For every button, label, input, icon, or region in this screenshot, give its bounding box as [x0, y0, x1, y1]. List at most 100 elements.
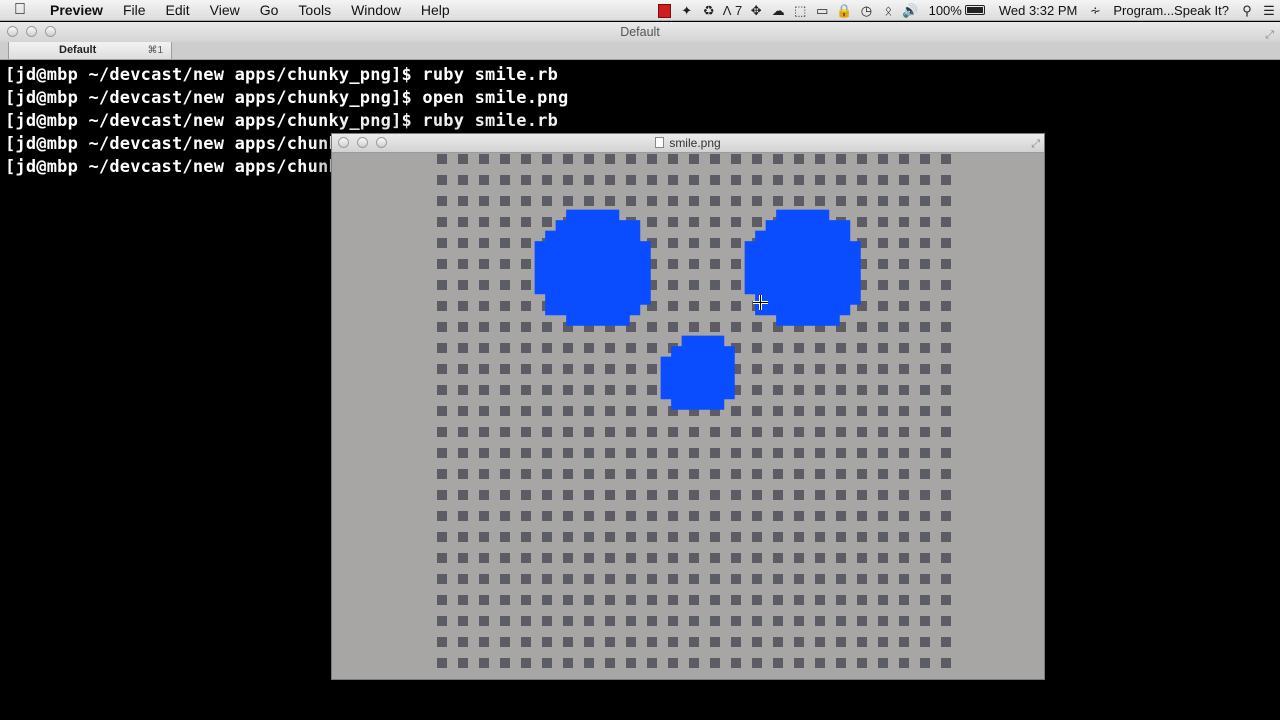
fullscreen-icon[interactable]: ⤢ — [1031, 135, 1040, 154]
grid-square — [710, 448, 720, 458]
grid-square — [878, 322, 888, 332]
menu-go[interactable]: Go — [250, 0, 289, 21]
menu-view[interactable]: View — [200, 0, 250, 21]
grid-square — [521, 175, 531, 185]
grid-square — [878, 448, 888, 458]
grid-square — [920, 469, 930, 479]
move-icon[interactable]: ✥ — [745, 0, 767, 21]
close-button[interactable] — [7, 26, 18, 37]
grid-square — [731, 553, 741, 563]
grid-square — [437, 343, 447, 353]
bird-icon[interactable]: ✦ — [676, 0, 698, 21]
grid-square — [584, 427, 594, 437]
airplay-icon[interactable]: ▭ — [811, 0, 833, 21]
user-menu[interactable]: Program...Speak It? — [1106, 0, 1236, 21]
grid-square — [731, 595, 741, 605]
volume-icon[interactable]: 🔊 — [899, 0, 921, 21]
lock-icon[interactable]: 🔒 — [833, 0, 855, 21]
grid-square — [815, 448, 825, 458]
sync-icon[interactable]: ♻ — [698, 0, 720, 21]
menu-help[interactable]: Help — [411, 0, 460, 21]
grid-square — [941, 217, 951, 227]
menu-edit[interactable]: Edit — [156, 0, 200, 21]
spotlight-search-icon[interactable]: ⚲ — [1236, 0, 1258, 21]
cloud-icon[interactable]: ☁ — [767, 0, 789, 21]
terminal-titlebar[interactable]: Default ⤢ — [0, 22, 1280, 42]
grid-square — [584, 532, 594, 542]
notification-center-icon[interactable]: ☰ — [1258, 0, 1280, 21]
grid-square — [437, 616, 447, 626]
tab-default[interactable]: Default ⌘1 — [8, 42, 172, 60]
zoom-button[interactable] — [376, 137, 387, 148]
screen-capture-icon[interactable]: ⬚ — [789, 0, 811, 21]
grid-square — [857, 385, 867, 395]
grid-square — [584, 196, 594, 206]
grid-square — [689, 196, 699, 206]
grid-square — [941, 385, 951, 395]
grid-square — [668, 616, 678, 626]
grid-square — [668, 553, 678, 563]
app-menu-preview[interactable]: Preview — [40, 0, 113, 21]
grid-square — [752, 553, 762, 563]
grid-square — [731, 322, 741, 332]
grid-square — [626, 343, 636, 353]
adobe-updater-icon[interactable]: Λ 7 — [720, 0, 746, 21]
grid-square — [710, 427, 720, 437]
grid-square — [710, 637, 720, 647]
grid-square — [605, 595, 615, 605]
menu-tools[interactable]: Tools — [288, 0, 341, 21]
grid-square — [899, 511, 909, 521]
grid-square — [437, 196, 447, 206]
grid-square — [815, 658, 825, 668]
grid-square — [563, 175, 573, 185]
grid-square — [626, 658, 636, 668]
grid-square — [500, 490, 510, 500]
grid-square — [752, 196, 762, 206]
grid-square — [878, 658, 888, 668]
menu-file[interactable]: File — [113, 0, 156, 21]
clock[interactable]: Wed 3:32 PM — [992, 0, 1085, 21]
menu-window[interactable]: Window — [341, 0, 411, 21]
grid-square — [689, 448, 699, 458]
image-view[interactable] — [332, 154, 1044, 679]
grid-square — [857, 322, 867, 332]
grid-square — [920, 553, 930, 563]
grid-square — [479, 343, 489, 353]
grid-square — [521, 511, 531, 521]
battery-status[interactable]: 100% — [922, 0, 992, 21]
grid-square — [941, 469, 951, 479]
grid-square — [542, 448, 552, 458]
grid-square — [794, 532, 804, 542]
grid-square — [668, 196, 678, 206]
recording-icon[interactable] — [654, 0, 676, 21]
zoom-button[interactable] — [45, 26, 56, 37]
grid-square — [773, 658, 783, 668]
grid-square — [500, 469, 510, 479]
grid-square — [899, 616, 909, 626]
grid-square — [521, 553, 531, 563]
preview-titlebar[interactable]: smile.png ⤢ — [332, 134, 1044, 153]
grid-square — [605, 574, 615, 584]
grid-square — [689, 637, 699, 647]
grid-square — [647, 322, 657, 332]
close-button[interactable] — [338, 137, 349, 148]
grid-square — [563, 637, 573, 647]
grid-square — [857, 427, 867, 437]
grid-square — [584, 490, 594, 500]
apple-menu-icon[interactable]:  — [0, 1, 40, 19]
grid-square — [584, 406, 594, 416]
bluetooth-icon[interactable]: ᛟ — [877, 0, 899, 21]
grid-square — [899, 364, 909, 374]
grid-square — [899, 658, 909, 668]
grid-square — [626, 196, 636, 206]
grid-square — [500, 280, 510, 290]
grid-square — [668, 637, 678, 647]
wifi-icon[interactable]: ∻ — [1084, 0, 1106, 21]
grid-square — [752, 469, 762, 479]
time-machine-icon[interactable]: ◷ — [855, 0, 877, 21]
minimize-button[interactable] — [357, 137, 368, 148]
grid-square — [941, 280, 951, 290]
minimize-button[interactable] — [26, 26, 37, 37]
grid-square — [584, 553, 594, 563]
grid-square — [794, 427, 804, 437]
